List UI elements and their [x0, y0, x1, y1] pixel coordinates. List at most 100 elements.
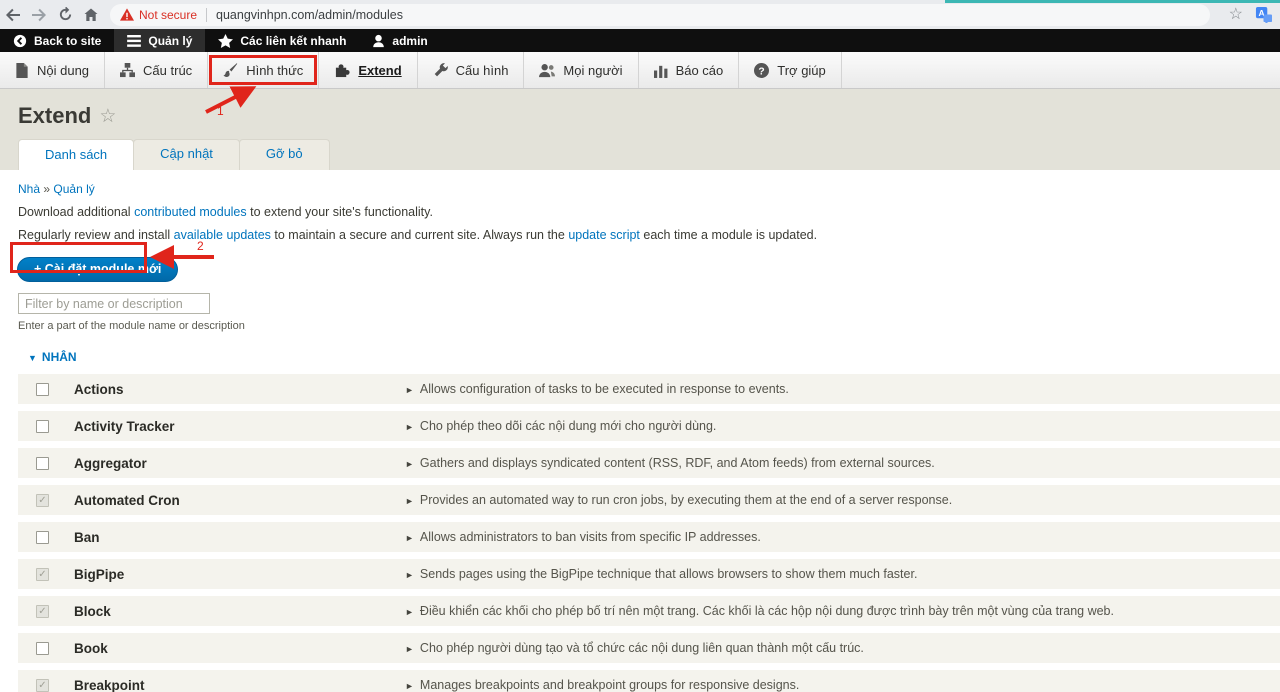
tab-danh-sach[interactable]: Danh sách [18, 139, 134, 170]
browser-reload-icon[interactable] [52, 4, 78, 26]
address-divider [206, 8, 207, 22]
module-name: Activity Tracker [74, 419, 405, 434]
module-checkbox[interactable] [36, 420, 49, 433]
table-row: ✓ Automated Cron► Provides an automated wa… [18, 485, 1280, 515]
module-description[interactable]: ►Allows administrators to ban visits fro… [405, 530, 1280, 544]
expand-arrow-icon: ► [405, 422, 414, 432]
svg-text:?: ? [759, 66, 765, 77]
collapse-triangle-icon: ▼ [28, 353, 37, 363]
shortcuts-menu-button[interactable]: Các liên kết nhanh [205, 29, 359, 52]
module-description[interactable]: ► Allows configuration of tasks to be exe… [405, 382, 1280, 396]
module-checkbox: ✓ [36, 605, 49, 618]
breadcrumb-home-link[interactable]: Nhà [18, 182, 40, 196]
main-content: Nhà » Quản lý Download additional contri… [0, 170, 1280, 692]
contributed-modules-link[interactable]: contributed modules [134, 205, 247, 219]
expand-arrow-icon: ► [405, 570, 414, 580]
breadcrumb-admin-link[interactable]: Quản lý [53, 182, 94, 196]
nav-item-extend[interactable]: Extend [319, 52, 417, 88]
module-description-text: Sends pages using the BigPipe technique … [420, 567, 918, 581]
nav-item-content[interactable]: Nội dung [0, 52, 105, 88]
module-description-text: Cho phép theo dõi các nội dung mới cho n… [420, 419, 716, 433]
module-checkbox[interactable] [36, 457, 49, 470]
module-description[interactable]: ►Cho phép người dùng tạo và tổ chức các … [405, 641, 1280, 655]
back-circle-icon [13, 34, 27, 48]
bookmark-star-icon[interactable]: ☆ [1229, 7, 1243, 23]
address-bar[interactable]: Not secure quangvinhpn.com/admin/modules [110, 4, 1210, 26]
admin-menu-tray: Nội dung Cấu trúc Hình thức Extend Cấu h… [0, 52, 1280, 89]
available-updates-link[interactable]: available updates [174, 228, 271, 242]
table-row: Activity Tracker► Cho phép theo dõi các n… [18, 411, 1280, 441]
tab-go-bo[interactable]: Gỡ bỏ [239, 139, 330, 170]
table-row: ✓Breakpoint►Manages breakpoints and brea… [18, 670, 1280, 692]
tab-cap-nhat[interactable]: Cập nhật [133, 139, 240, 170]
module-description[interactable]: ► Sends pages using the BigPipe technique… [405, 567, 1280, 581]
module-name: Book [74, 641, 405, 656]
content-icon [15, 63, 29, 78]
browser-home-icon[interactable] [78, 4, 104, 26]
browser-forward-icon[interactable] [26, 4, 52, 26]
page-header: Extend ☆ Danh sách Cập nhật Gỡ bỏ [0, 89, 1280, 170]
screen: Not secure quangvinhpn.com/admin/modules… [0, 0, 1280, 692]
module-name: Actions [74, 382, 405, 397]
module-description-text: Provides an automated way to run cron jo… [420, 493, 952, 507]
filter-help-text: Enter a part of the module name or descr… [18, 320, 1280, 332]
modules-table: Actions►Allows configuration of tasks to… [0, 374, 1280, 692]
module-name: Automated Cron [74, 493, 405, 508]
expand-arrow-icon: ► [405, 681, 414, 691]
expand-arrow-icon: ► [405, 496, 414, 506]
hamburger-icon [127, 35, 141, 47]
module-filter-input[interactable] [18, 293, 210, 314]
module-checkbox: ✓ [36, 494, 49, 507]
nav-item-reports[interactable]: Báo cáo [639, 52, 740, 88]
update-script-link[interactable]: update script [568, 228, 640, 242]
module-name: BigPipe [74, 567, 405, 582]
user-icon [372, 34, 385, 48]
expand-arrow-icon: ► [405, 385, 414, 395]
module-description[interactable]: ► Điều khiển các khối cho phép bố trí nên… [405, 604, 1280, 618]
expand-arrow-icon: ► [405, 459, 414, 469]
module-description[interactable]: ►Gathers and displays syndicated content… [405, 456, 1280, 470]
module-description-text: Manages breakpoints and breakpoint group… [420, 678, 799, 692]
module-checkbox[interactable] [36, 531, 49, 544]
module-checkbox: ✓ [36, 679, 49, 692]
module-checkbox[interactable] [36, 383, 49, 396]
url-text[interactable]: quangvinhpn.com/admin/modules [216, 8, 403, 22]
people-icon [539, 63, 555, 78]
module-checkbox[interactable] [36, 642, 49, 655]
module-name: Aggregator [74, 456, 405, 471]
module-description-text: Allows configuration of tasks to be exec… [420, 382, 789, 396]
translate-icon[interactable]: A [1255, 6, 1272, 23]
nav-item-configuration[interactable]: Cấu hình [418, 52, 525, 88]
module-description[interactable]: ► Cho phép theo dõi các nội dung mới cho … [405, 419, 1280, 433]
nav-item-people[interactable]: Mọi người [524, 52, 638, 88]
nav-item-help[interactable]: ? Trợ giúp [739, 52, 842, 88]
nav-item-structure[interactable]: Cấu trúc [105, 52, 208, 88]
nav-item-appearance[interactable]: Hình thức [208, 52, 319, 88]
back-to-site-button[interactable]: Back to site [0, 29, 114, 52]
reports-icon [654, 63, 668, 78]
module-description[interactable]: ► Provides an automated way to run cron j… [405, 493, 1280, 507]
star-icon [218, 34, 233, 48]
browser-back-icon[interactable] [0, 4, 26, 26]
browser-toolbar: Not secure quangvinhpn.com/admin/modules… [0, 0, 1280, 29]
module-description-text: Allows administrators to ban visits from… [420, 530, 761, 544]
table-row: ✓ BigPipe► Sends pages using the BigPipe t… [18, 559, 1280, 589]
expand-arrow-icon: ► [405, 607, 414, 617]
breadcrumb: Nhà » Quản lý [18, 182, 1280, 196]
shortcut-star-icon[interactable]: ☆ [99, 105, 116, 128]
module-checkbox: ✓ [36, 568, 49, 581]
user-menu-button[interactable]: admin [359, 29, 440, 52]
module-description-text: Điều khiển các khối cho phép bố trí nên … [420, 604, 1114, 618]
structure-icon [120, 63, 135, 78]
table-row: Ban►Allows administrators to ban visits … [18, 522, 1280, 552]
section-core-header[interactable]: ▼NHÂN [28, 350, 1280, 364]
install-new-module-button[interactable]: + Cài đặt module mới [17, 257, 178, 282]
configuration-icon [433, 63, 448, 78]
window-accent-strip [945, 0, 1280, 3]
table-row: Book►Cho phép người dùng tạo và tổ chức … [18, 633, 1280, 663]
breadcrumb-separator: » [43, 182, 50, 196]
security-warning[interactable]: Not secure [139, 8, 197, 22]
intro-paragraph-2: Regularly review and install available u… [18, 228, 1280, 242]
manage-menu-button[interactable]: Quản lý [114, 29, 205, 52]
module-description[interactable]: ► Manages breakpoints and breakpoint grou… [405, 678, 1280, 692]
